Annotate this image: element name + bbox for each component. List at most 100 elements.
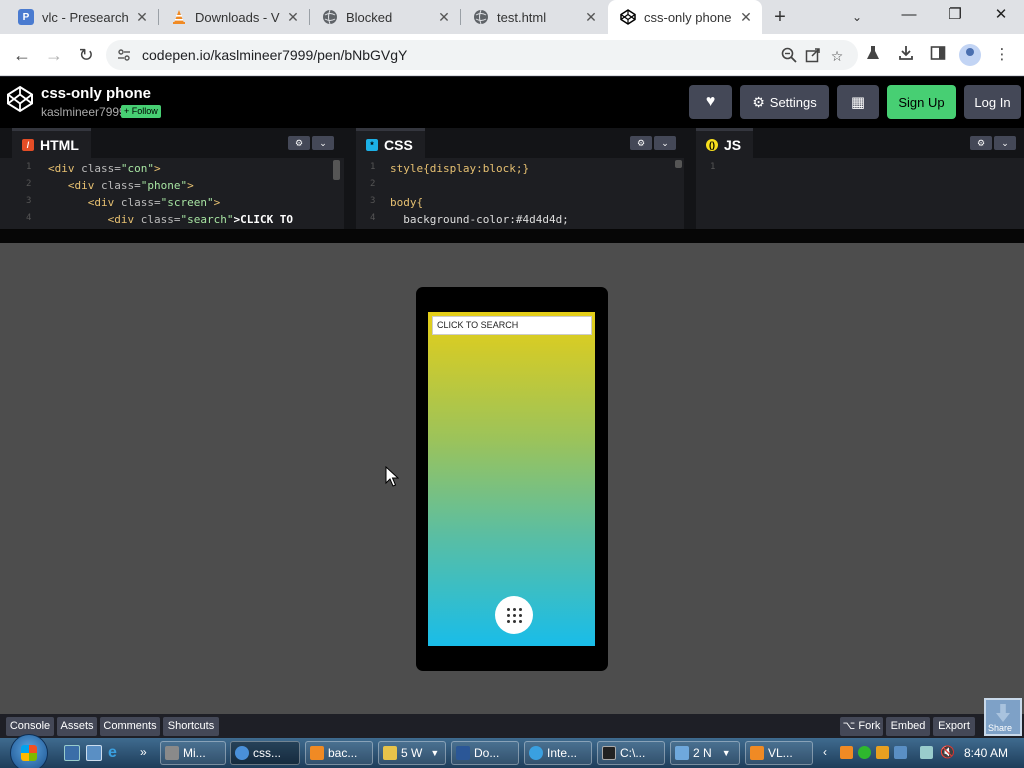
codepen-logo-icon[interactable]: [6, 85, 34, 113]
share-download-arrow-icon: [996, 704, 1010, 722]
taskbar-label: css...: [253, 746, 282, 760]
panel-header: () JS ⚙ ⌄: [696, 128, 1024, 158]
taskbar-item[interactable]: Inte...: [524, 741, 592, 765]
back-arrow-icon[interactable]: ←: [10, 43, 34, 67]
editor-resize-handle[interactable]: [0, 229, 1024, 243]
phone-search-bar[interactable]: CLICK TO SEARCH: [432, 316, 592, 335]
close-icon[interactable]: ✕: [436, 9, 452, 25]
taskbar-clock[interactable]: 8:40 AM: [964, 746, 1008, 760]
html-code[interactable]: 1 <div class="con"> 2 <div class="phone"…: [0, 158, 344, 229]
tray-app-icon[interactable]: [894, 746, 907, 759]
tab-blocked[interactable]: Blocked ✕: [310, 0, 460, 34]
browser-menu-icon[interactable]: ⋮: [992, 45, 1012, 65]
tab-search-button[interactable]: ⌄: [846, 6, 868, 28]
app-grid-button[interactable]: [495, 596, 533, 634]
download-icon[interactable]: [896, 45, 916, 65]
html-tab[interactable]: / HTML: [12, 128, 91, 158]
share-button[interactable]: Share: [984, 698, 1022, 736]
start-button[interactable]: [10, 734, 48, 768]
tray-expand-icon[interactable]: ‹: [823, 746, 836, 759]
panel-header: * CSS ⚙ ⌄: [356, 128, 684, 158]
js-settings-gear-icon[interactable]: ⚙: [970, 136, 992, 150]
comments-button[interactable]: Comments: [100, 717, 160, 736]
tab-test-html[interactable]: test.html ✕: [461, 0, 607, 34]
internet-explorer-icon: [529, 746, 543, 760]
site-info-icon[interactable]: [116, 47, 132, 63]
zoom-icon[interactable]: [780, 47, 798, 65]
network-icon[interactable]: [920, 746, 933, 759]
tray-status-icon[interactable]: [858, 746, 871, 759]
like-button[interactable]: ♥: [689, 85, 732, 119]
tab-title: Downloads - V: [195, 9, 280, 25]
js-tab[interactable]: () JS: [696, 128, 754, 158]
labs-flask-icon[interactable]: [863, 45, 883, 65]
tray-vlc-icon[interactable]: [840, 746, 853, 759]
reload-icon[interactable]: ↻: [74, 43, 98, 67]
css-collapse-chevron-icon[interactable]: ⌄: [654, 136, 676, 150]
forward-arrow-icon[interactable]: →: [42, 43, 66, 67]
taskbar-label: Mi...: [183, 746, 206, 760]
tab-css-only-phone[interactable]: css-only phone ✕: [608, 0, 762, 34]
minimize-button[interactable]: —: [886, 0, 932, 30]
css-scrollbar[interactable]: [675, 160, 682, 168]
close-icon[interactable]: ✕: [134, 9, 150, 25]
word-icon: [456, 746, 470, 760]
code-line: <div class="screen">: [87, 196, 221, 209]
internet-explorer-icon[interactable]: e: [108, 745, 124, 761]
side-panel-icon[interactable]: [928, 45, 948, 65]
restore-button[interactable]: ❐: [932, 0, 978, 30]
close-icon[interactable]: ✕: [583, 9, 599, 25]
address-bar[interactable]: codepen.io/kaslmineer7999/pen/bNbGVgY ☆: [106, 40, 858, 70]
fork-button[interactable]: ⌥ Fork: [840, 717, 883, 736]
explorer-icon[interactable]: [86, 745, 102, 761]
volume-muted-icon[interactable]: 🔇: [940, 746, 955, 759]
show-desktop-icon[interactable]: [64, 745, 80, 761]
pen-author[interactable]: kaslmineer7999: [41, 105, 126, 119]
quick-launch-more-icon[interactable]: »: [140, 745, 156, 761]
css-settings-gear-icon[interactable]: ⚙: [630, 136, 652, 150]
pen-title[interactable]: css-only phone: [41, 85, 151, 102]
html-scrollbar[interactable]: [333, 160, 340, 180]
taskbar-item[interactable]: VL...: [745, 741, 813, 765]
html-collapse-chevron-icon[interactable]: ⌄: [312, 136, 334, 150]
new-tab-button[interactable]: +: [768, 5, 792, 29]
url-text[interactable]: codepen.io/kaslmineer7999/pen/bNbGVgY: [142, 47, 407, 63]
phone-screen: CLICK TO SEARCH: [428, 312, 595, 646]
layout-grid-icon: ▦: [850, 94, 866, 111]
bookmark-star-icon[interactable]: ☆: [828, 47, 846, 65]
css-tab[interactable]: * CSS: [356, 128, 425, 158]
css-code[interactable]: 1 style{display:block;} 2 3 body{ 4 back…: [356, 158, 684, 229]
taskbar-item[interactable]: Do...: [451, 741, 519, 765]
log-in-button[interactable]: Log In: [964, 85, 1021, 119]
export-button[interactable]: Export: [933, 717, 975, 736]
taskbar-item[interactable]: bac...: [305, 741, 373, 765]
globe-icon: [322, 9, 338, 25]
html-settings-gear-icon[interactable]: ⚙: [288, 136, 310, 150]
assets-button[interactable]: Assets: [57, 717, 97, 736]
window-close-button[interactable]: ✕: [978, 0, 1024, 30]
close-icon[interactable]: ✕: [285, 9, 301, 25]
follow-button[interactable]: + Follow: [121, 105, 161, 118]
taskbar-label: Inte...: [547, 746, 578, 760]
taskbar-item[interactable]: 2 N ▼: [670, 741, 740, 765]
taskbar-item[interactable]: 5 W ▼: [378, 741, 446, 765]
tray-shield-icon[interactable]: [876, 746, 889, 759]
embed-button[interactable]: Embed: [886, 717, 930, 736]
taskbar-item[interactable]: Mi...: [160, 741, 226, 765]
gear-icon: ⚙: [752, 93, 765, 110]
close-icon[interactable]: ✕: [738, 9, 754, 25]
taskbar-item[interactable]: css...: [230, 741, 300, 765]
change-view-button[interactable]: ▦: [837, 85, 879, 119]
tab-downloads[interactable]: Downloads - V ✕: [159, 0, 309, 34]
tab-presearch[interactable]: P vlc - Presearch ✕: [6, 0, 158, 34]
taskbar-item[interactable]: C:\...: [597, 741, 665, 765]
sign-up-button[interactable]: Sign Up: [887, 85, 956, 119]
settings-button[interactable]: ⚙ Settings: [740, 85, 829, 119]
js-code[interactable]: 1: [696, 158, 1024, 229]
profile-avatar-icon[interactable]: [959, 44, 981, 66]
shortcuts-button[interactable]: Shortcuts: [163, 717, 219, 736]
js-editor-panel: () JS ⚙ ⌄ 1: [696, 128, 1024, 229]
windows-taskbar: e » Mi... css... bac... 5 W ▼ Do... Inte.…: [0, 734, 1024, 768]
js-collapse-chevron-icon[interactable]: ⌄: [994, 136, 1016, 150]
share-icon[interactable]: [804, 47, 822, 65]
